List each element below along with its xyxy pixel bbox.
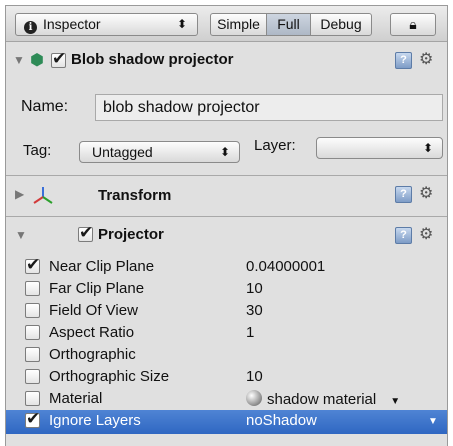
- gear-icon[interactable]: ⚙: [419, 183, 433, 203]
- far-clip-plane-checkbox[interactable]: [25, 281, 40, 296]
- help-book-icon[interactable]: ?: [395, 227, 412, 244]
- layer-label: Layer:: [254, 137, 296, 154]
- transform-component-header[interactable]: ▶ Transform ? ⚙: [6, 176, 447, 214]
- mode-debug-button[interactable]: Debug: [311, 14, 371, 35]
- tag-value: Untagged: [92, 144, 153, 160]
- gear-icon[interactable]: ⚙: [419, 224, 433, 244]
- property-label: Material: [49, 390, 103, 407]
- material-dropdown[interactable]: shadow material ▼: [246, 390, 400, 408]
- property-row-orthographic-size: Orthographic Size 10: [6, 366, 447, 388]
- property-row-far-clip-plane: Far Clip Plane 10: [6, 278, 447, 300]
- name-row: Name: blob shadow projector: [6, 89, 447, 129]
- orthographic-value-checkbox[interactable]: [25, 347, 40, 362]
- lock-button[interactable]: 🔒︎: [390, 13, 436, 36]
- property-label: Orthographic: [49, 346, 136, 363]
- name-field[interactable]: blob shadow projector: [95, 94, 443, 121]
- property-row-ignore-layers: Ignore Layers noShadow ▼: [6, 409, 447, 434]
- dropdown-arrow-icon: ▼: [390, 396, 401, 407]
- object-enabled-checkbox[interactable]: [51, 49, 66, 69]
- projector-enabled-checkbox[interactable]: [78, 223, 93, 243]
- object-header: ▼ ⬢ Blob shadow projector ? ⚙: [6, 43, 447, 87]
- field-of-view-checkbox[interactable]: [25, 303, 40, 318]
- collapse-triangle-icon[interactable]: ▼: [15, 228, 27, 242]
- mode-simple-button[interactable]: Simple: [211, 14, 267, 35]
- panel-bottom: [6, 434, 447, 446]
- updown-arrows-icon: ⬍: [422, 141, 433, 155]
- property-label: Field Of View: [49, 302, 138, 319]
- property-row-field-of-view: Field Of View 30: [6, 300, 447, 322]
- object-title: Blob shadow projector: [71, 51, 234, 68]
- near-clip-plane-value[interactable]: 0.04000001: [246, 258, 325, 275]
- collapse-triangle-icon[interactable]: ▼: [13, 53, 25, 67]
- ignore-layers-dropdown[interactable]: noShadow: [246, 412, 317, 429]
- orthographic-size-value[interactable]: 10: [246, 368, 263, 385]
- lock-icon: 🔒︎: [409, 16, 417, 32]
- material-checkbox[interactable]: [25, 391, 40, 406]
- property-label: Near Clip Plane: [49, 258, 155, 275]
- projector-label: Projector: [98, 226, 164, 243]
- help-book-icon[interactable]: ?: [395, 52, 412, 69]
- tag-dropdown[interactable]: Untagged ⬍: [79, 141, 240, 163]
- property-row-aspect-ratio: Aspect Ratio 1: [6, 322, 447, 344]
- cube-icon: ⬢: [30, 52, 44, 69]
- property-row-near-clip-plane: Near Clip Plane 0.04000001: [6, 255, 447, 278]
- info-icon: i: [24, 21, 37, 34]
- expand-triangle-icon[interactable]: ▶: [15, 187, 24, 201]
- help-book-icon[interactable]: ?: [395, 186, 412, 203]
- inspector-panel: i Inspector ⬍ Simple Full Debug 🔒︎ ▼ ⬢ Bl…: [5, 5, 448, 446]
- aspect-ratio-value[interactable]: 1: [246, 324, 254, 341]
- mode-full-button[interactable]: Full: [267, 14, 311, 35]
- property-label: Ignore Layers: [49, 412, 141, 429]
- property-row-orthographic: Orthographic: [6, 344, 447, 366]
- property-label: Far Clip Plane: [49, 280, 145, 297]
- updown-arrows-icon: ⬍: [176, 17, 187, 31]
- gear-icon[interactable]: ⚙: [419, 49, 433, 69]
- tag-layer-row: Tag: Untagged ⬍ Layer: ⬍: [6, 133, 447, 173]
- inspector-toolbar: i Inspector ⬍ Simple Full Debug 🔒︎: [6, 6, 447, 42]
- layer-dropdown[interactable]: ⬍: [316, 137, 443, 159]
- inspector-dropdown-label: Inspector: [43, 16, 101, 32]
- dropdown-arrow-icon: ▼: [428, 416, 438, 427]
- aspect-ratio-checkbox[interactable]: [25, 325, 40, 340]
- updown-arrows-icon: ⬍: [219, 145, 230, 159]
- ignore-layers-checkbox[interactable]: [25, 409, 40, 429]
- ignore-layers-value: noShadow: [246, 412, 317, 429]
- inspector-dropdown[interactable]: i Inspector ⬍: [15, 13, 198, 36]
- far-clip-plane-value[interactable]: 10: [246, 280, 263, 297]
- near-clip-plane-checkbox[interactable]: [25, 255, 40, 275]
- property-label: Aspect Ratio: [49, 324, 135, 341]
- projector-component-header: ▼ Projector ? ⚙: [6, 217, 447, 255]
- transform-axes-icon: [33, 187, 53, 204]
- material-value: shadow material: [267, 391, 377, 408]
- material-sphere-icon: [246, 390, 262, 406]
- property-row-material: Material shadow material ▼: [6, 388, 447, 410]
- property-label: Orthographic Size: [49, 368, 170, 385]
- tag-label: Tag:: [23, 142, 52, 159]
- orthographic-size-checkbox[interactable]: [25, 369, 40, 384]
- name-label: Name:: [21, 98, 69, 115]
- mode-segmented-control: Simple Full Debug: [210, 13, 372, 36]
- field-of-view-value[interactable]: 30: [246, 302, 263, 319]
- transform-label: Transform: [98, 187, 172, 204]
